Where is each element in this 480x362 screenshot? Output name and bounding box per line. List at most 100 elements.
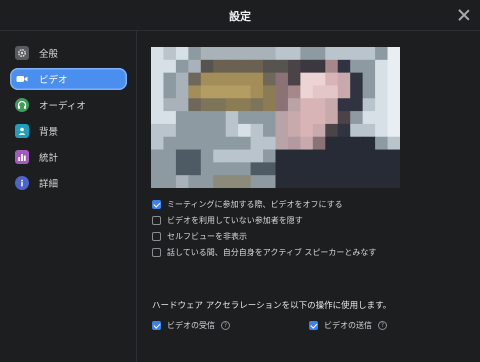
mosaic-tile [163, 98, 177, 112]
mosaic-tile [175, 149, 189, 163]
mosaic-tile [151, 47, 165, 61]
checkbox[interactable] [309, 320, 318, 330]
mosaic-tile [312, 175, 326, 188]
mosaic-tile [350, 123, 364, 138]
mosaic-tile [325, 123, 339, 138]
mosaic-tile [300, 162, 314, 176]
mosaic-tile [350, 47, 364, 61]
mosaic-tile [225, 111, 239, 125]
mosaic-tile [175, 59, 189, 74]
mosaic-tile [300, 136, 314, 151]
mosaic-tile [238, 85, 252, 99]
title-bar: 設定 [0, 0, 480, 31]
mosaic-tile [350, 98, 364, 112]
option-hw-receive-video[interactable]: ビデオの受信 ? [152, 319, 230, 331]
mosaic-tile [387, 136, 400, 151]
mosaic-tile [225, 123, 239, 138]
mosaic-tile [362, 72, 376, 87]
mosaic-tile [200, 149, 214, 163]
option-hw-send-video[interactable]: ビデオの送信 ? [309, 319, 387, 331]
mosaic-tile [387, 162, 400, 176]
help-icon[interactable]: ? [378, 320, 387, 330]
mosaic-tile [275, 123, 289, 138]
checkbox[interactable] [152, 320, 161, 330]
mosaic-tile [213, 111, 227, 125]
mosaic-tile [350, 59, 364, 74]
mosaic-tile [300, 98, 314, 112]
mosaic-tile [188, 111, 202, 125]
mosaic-tile [163, 123, 177, 138]
mosaic-tile [188, 175, 202, 188]
checkbox[interactable] [152, 199, 161, 209]
mosaic-tile [362, 149, 376, 163]
close-icon[interactable] [458, 9, 470, 21]
mosaic-tile [287, 72, 301, 87]
mosaic-tile [287, 59, 301, 74]
mosaic-tile [163, 72, 177, 87]
mosaic-tile [287, 175, 301, 188]
option-active-speaker-self[interactable]: 話している間、自分自身をアクティブ スピーカーとみなす [152, 246, 376, 258]
sidebar-item-label: 詳細 [39, 179, 59, 190]
sidebar-item-advanced[interactable]: 詳細 [10, 172, 127, 194]
mosaic-tile [200, 175, 214, 188]
mosaic-tile [238, 162, 252, 176]
pixelated-camera-image [151, 47, 400, 188]
mosaic-tile [325, 59, 339, 74]
info-icon [15, 176, 29, 190]
mosaic-tile [287, 98, 301, 112]
mosaic-tile [163, 59, 177, 74]
sidebar-item-label: 全般 [39, 49, 59, 60]
mosaic-tile [375, 59, 389, 74]
option-label: 話している間、自分自身をアクティブ スピーカーとみなす [167, 247, 377, 257]
mosaic-tile [250, 59, 264, 74]
mosaic-tile [213, 136, 227, 151]
mosaic-tile [337, 149, 351, 163]
mosaic-tile [188, 59, 202, 74]
mosaic-tile [225, 59, 239, 74]
sidebar-item-video[interactable]: ビデオ [10, 68, 127, 90]
sidebar-item-statistics[interactable]: 統計 [10, 146, 127, 168]
mosaic-tile [275, 59, 289, 74]
mosaic-tile [250, 47, 264, 61]
mosaic-tile [375, 72, 389, 87]
mosaic-tile [263, 72, 277, 87]
option-label: ミーティングに参加する際、ビデオをオフにする [167, 199, 343, 209]
mosaic-tile [175, 162, 189, 176]
mosaic-tile [362, 59, 376, 74]
checkbox[interactable] [152, 247, 161, 257]
mosaic-tile [300, 149, 314, 163]
video-settings-panel: ミーティングに参加する際、ビデオをオフにする ビデオを利用していない参加者を隠す… [138, 31, 480, 362]
mosaic-tile [350, 85, 364, 99]
mosaic-tile [362, 175, 376, 188]
sidebar-item-background[interactable]: 背景 [10, 120, 127, 142]
option-hide-non-video-participants[interactable]: ビデオを利用していない参加者を隠す [152, 214, 303, 226]
mosaic-tile [312, 59, 326, 74]
mosaic-tile [312, 47, 326, 61]
mosaic-tile [175, 111, 189, 125]
checkbox[interactable] [152, 231, 161, 241]
settings-window: 設定 全般 ビデオ オーディオ 背景 統計 詳細 ミーティングに参加する際、ビデ… [0, 0, 480, 362]
help-icon[interactable]: ? [221, 320, 230, 330]
mosaic-tile [200, 162, 214, 176]
mosaic-tile [151, 98, 165, 112]
mosaic-tile [350, 149, 364, 163]
sidebar-item-audio[interactable]: オーディオ [10, 94, 127, 116]
mosaic-tile [175, 175, 189, 188]
option-turn-off-video-on-join[interactable]: ミーティングに参加する際、ビデオをオフにする [152, 198, 343, 210]
mosaic-tile [337, 136, 351, 151]
mosaic-tile [163, 136, 177, 151]
mosaic-tile [375, 98, 389, 112]
option-hide-self-view[interactable]: セルフビューを非表示 [152, 230, 247, 242]
mosaic-tile [151, 59, 165, 74]
mosaic-tile [200, 123, 214, 138]
mosaic-tile [325, 98, 339, 112]
checkbox[interactable] [152, 215, 161, 225]
mosaic-tile [250, 98, 264, 112]
mosaic-tile [163, 85, 177, 99]
mosaic-tile [375, 47, 389, 61]
sidebar-item-general[interactable]: 全般 [10, 42, 127, 64]
mosaic-tile [151, 123, 165, 138]
mosaic-tile [213, 175, 227, 188]
mosaic-tile [387, 59, 400, 74]
option-label: ビデオの送信 [324, 320, 372, 330]
